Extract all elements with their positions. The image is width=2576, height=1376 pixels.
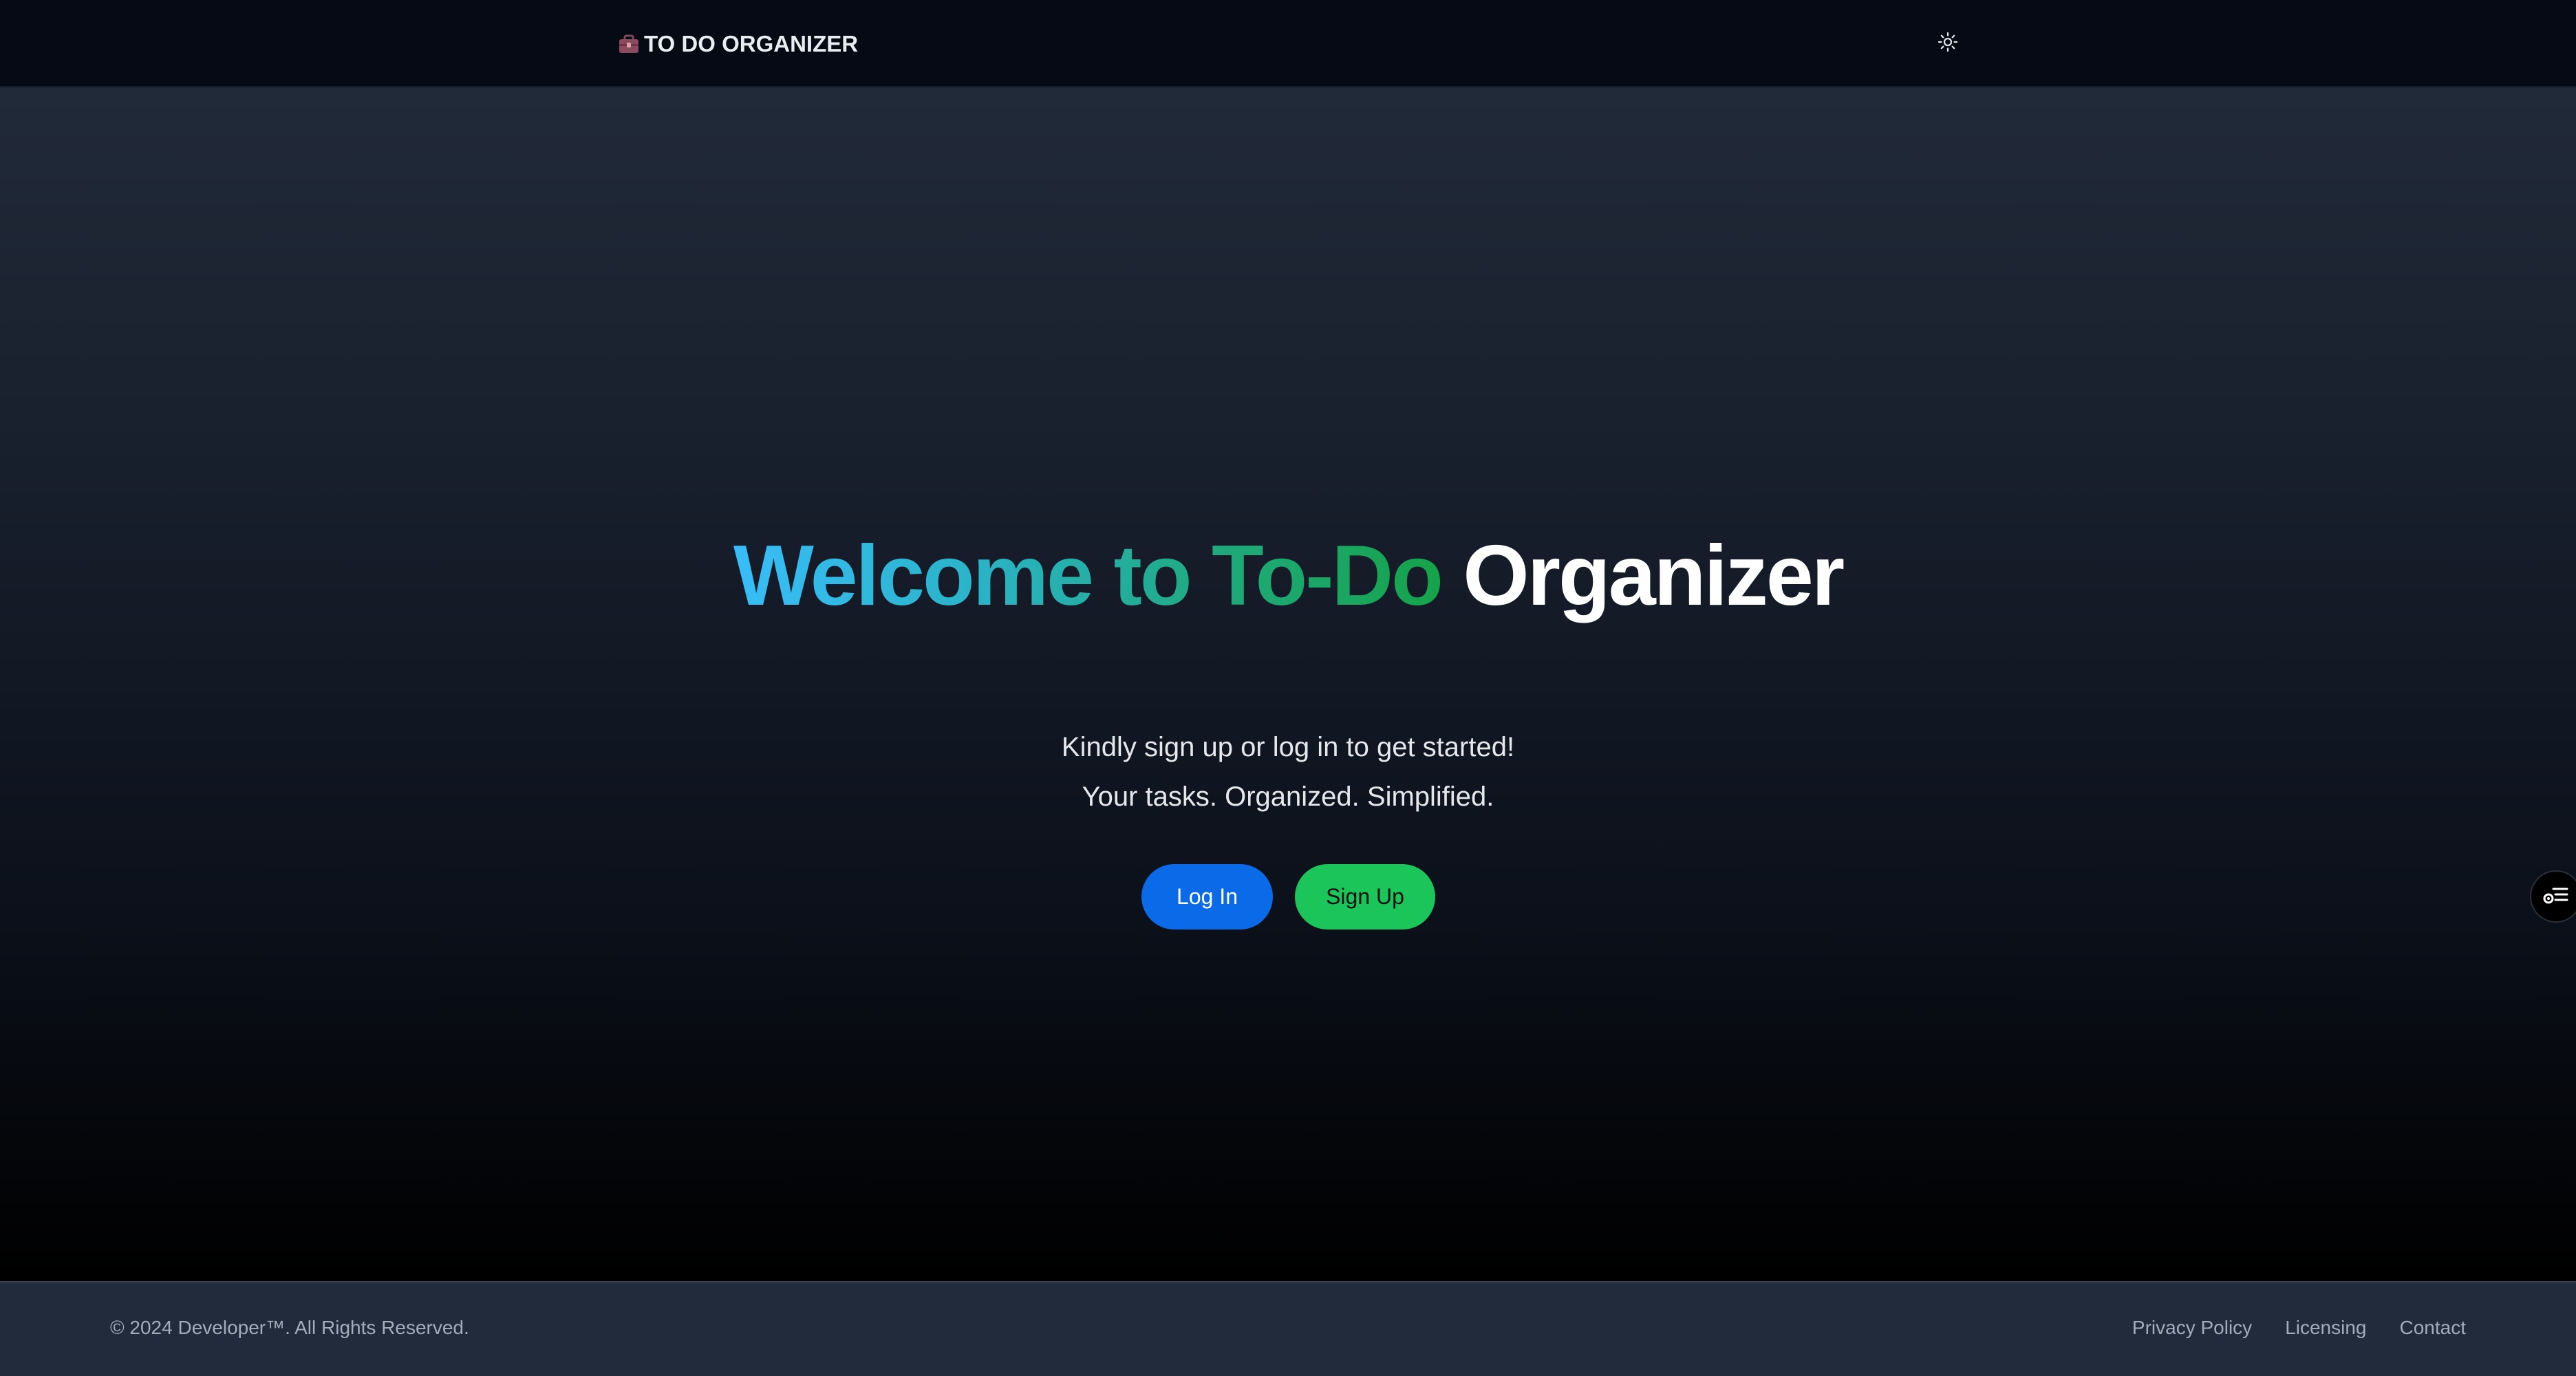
hero-subtitle-tagline: Your tasks. Organized. Simplified. [1082,782,1494,812]
briefcase-icon [618,32,640,56]
page: TO DO ORGANIZER Welcome to To-Do Organiz… [0,0,2576,1376]
navbar: TO DO ORGANIZER [0,0,2576,87]
login-button[interactable]: Log In [1141,864,1273,929]
copyright-text: © 2024 Developer™. All Rights Reserved. [110,1317,469,1338]
hero-title-gradient: Welcome to To-Do [733,528,1443,623]
floating-settings-button[interactable] [2530,870,2576,923]
theme-toggle-button[interactable] [1935,30,1961,56]
footer-link-privacy-policy[interactable]: Privacy Policy [2132,1317,2252,1339]
hero-title-plain: Organizer [1463,528,1845,623]
hero-title: Welcome to To-Do Organizer [0,524,2576,627]
sun-icon [1938,32,1958,56]
brand-title: TO DO ORGANIZER [644,31,859,56]
settings-list-icon [2542,883,2570,910]
footer-link-contact[interactable]: Contact [2400,1317,2467,1339]
footer-links: Privacy Policy Licensing Contact [2132,1317,2466,1339]
brand-link[interactable]: TO DO ORGANIZER [618,29,858,59]
signup-button[interactable]: Sign Up [1295,864,1435,929]
hero-section: Welcome to To-Do Organizer Kindly sign u… [0,87,2576,1281]
hero-subtitle-primary: Kindly sign up or log in to get started! [1061,732,1515,762]
footer-link-licensing[interactable]: Licensing [2285,1317,2366,1339]
footer: © 2024 Developer™. All Rights Reserved. … [0,1281,2576,1376]
